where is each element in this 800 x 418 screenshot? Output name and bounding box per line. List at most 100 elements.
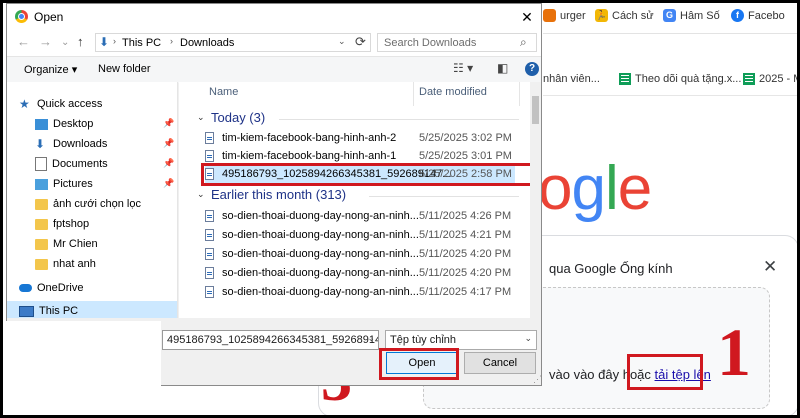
cancel-button[interactable]: Cancel xyxy=(464,352,536,374)
bookmark-facebook[interactable]: f Facebo xyxy=(731,9,785,22)
file-row[interactable]: so-dien-thoai-duong-day-nong-an-ninh... 5… xyxy=(205,265,515,283)
group-header-today[interactable]: Today (3) xyxy=(211,110,265,125)
address-bar[interactable]: ⬇ › This PC › Downloads ⌄ ⟳ xyxy=(95,33,371,52)
file-icon xyxy=(205,248,214,260)
preview-pane-icon[interactable]: ◧ xyxy=(497,61,508,75)
chrome-icon xyxy=(15,10,28,23)
download-icon: ⬇ xyxy=(35,136,46,151)
file-row[interactable]: so-dien-thoai-duong-day-nong-an-ninh... 5… xyxy=(205,227,515,245)
vertical-scrollbar[interactable] xyxy=(530,82,541,318)
search-icon: ⌕ xyxy=(520,35,527,49)
blank-area xyxy=(3,321,161,415)
pin-icon: 📌 xyxy=(163,138,175,148)
pin-icon: 📌 xyxy=(163,118,175,128)
bookmark-ham-so[interactable]: G Hâm Số xyxy=(663,9,720,22)
file-icon xyxy=(205,150,214,162)
highlight-upload-link xyxy=(627,354,703,390)
file-icon xyxy=(205,210,214,222)
refresh-icon[interactable]: ⟳ xyxy=(355,34,366,50)
bookmarks-bar: urger 🏃 Cách sử G Hâm Số f Facebo xyxy=(543,3,797,34)
highlight-selected-file xyxy=(201,163,537,186)
folder-icon xyxy=(35,258,48,270)
new-folder-button[interactable]: New folder xyxy=(98,63,151,75)
scrollbar-thumb[interactable] xyxy=(532,96,539,124)
file-row[interactable]: so-dien-thoai-duong-day-nong-an-ninh... 5… xyxy=(205,246,515,264)
group-divider xyxy=(279,119,519,120)
navigation-pane: ★ Quick access Desktop 📌 ⬇ Downloads 📌 Docum… xyxy=(7,82,178,321)
forward-icon[interactable]: → xyxy=(39,34,52,50)
documents-icon xyxy=(35,157,47,171)
chevron-down-icon: ⌄ xyxy=(524,333,532,343)
bookmark-cach-su[interactable]: 🏃 Cách sử xyxy=(595,9,654,22)
group-header-earlier[interactable]: Earlier this month (313) xyxy=(211,187,346,202)
screenshot-frame: urger 🏃 Cách sử G Hâm Số f Facebo nhân viên… xyxy=(3,3,797,415)
runner-icon: 🏃 xyxy=(595,9,608,22)
dialog-title: Open xyxy=(34,10,64,24)
file-icon xyxy=(205,132,214,144)
sidebar-item-onedrive[interactable]: OneDrive xyxy=(19,278,189,298)
column-header-name[interactable]: Name xyxy=(209,86,238,98)
chevron-right-icon[interactable]: › xyxy=(170,36,173,46)
chevron-down-icon[interactable]: ⌄ xyxy=(197,112,205,123)
help-icon[interactable]: ? xyxy=(525,62,539,76)
downloads-folder-icon: ⬇ xyxy=(99,35,110,49)
search-placeholder: Search Downloads xyxy=(384,37,477,49)
lens-title: qua Google Ống kính xyxy=(549,261,673,276)
pin-icon: 📌 xyxy=(163,158,175,168)
sheets-icon xyxy=(743,73,755,85)
view-options-icon[interactable]: ☷ ▾ xyxy=(453,61,473,75)
pin-icon: 📌 xyxy=(163,178,175,188)
dialog-titlebar: Open ✕ xyxy=(7,4,541,30)
google-icon: G xyxy=(663,9,676,22)
chevron-right-icon[interactable]: › xyxy=(113,36,116,46)
folder-icon xyxy=(35,198,48,210)
file-list: Name Date modified ⌄ Today (3) tim-kiem-… xyxy=(179,82,541,318)
organize-button[interactable]: Organize ▾ xyxy=(24,63,77,76)
close-icon[interactable]: ✕ xyxy=(763,257,777,277)
bookmark-theo-doi[interactable]: Theo dõi quà tặng.x... xyxy=(619,73,741,85)
file-name-input[interactable]: 495186793_1025894266345381_5926891474502… xyxy=(162,330,379,350)
bookmark-2025[interactable]: 2025 - M xyxy=(743,73,797,85)
recent-dropdown-icon[interactable]: ⌄ xyxy=(61,35,69,51)
bookmark-nhan-vien[interactable]: nhân viên... xyxy=(543,73,600,85)
sidebar-item-quick-access[interactable]: ★ Quick access xyxy=(19,94,189,114)
google-logo: ogle xyxy=(538,153,652,224)
chevron-down-icon[interactable]: ⌄ xyxy=(197,189,205,200)
computer-icon xyxy=(19,305,34,317)
close-button[interactable]: ✕ xyxy=(515,7,539,27)
column-divider[interactable] xyxy=(519,82,520,106)
bookmark-urger[interactable]: urger xyxy=(543,9,586,22)
resize-grip-icon[interactable]: ⋰ xyxy=(533,374,542,385)
star-icon: ★ xyxy=(19,96,30,111)
navigation-bar: ← → ⌄ ↑ ⬇ › This PC › Downloads ⌄ ⟳ Sear… xyxy=(7,30,541,56)
folder-icon xyxy=(35,218,48,230)
column-divider[interactable] xyxy=(413,82,414,106)
file-row[interactable]: tim-kiem-facebook-bang-hinh-anh-2 5/25/20… xyxy=(205,130,515,148)
desktop-icon xyxy=(35,118,48,130)
search-input[interactable]: Search Downloads ⌕ xyxy=(377,33,537,52)
bookmark-icon xyxy=(543,9,556,22)
file-row[interactable]: so-dien-thoai-duong-day-nong-an-ninh... 5… xyxy=(205,208,515,226)
breadcrumb-this-pc[interactable]: This PC xyxy=(122,37,161,49)
pictures-icon xyxy=(35,178,48,190)
up-folder-icon[interactable]: ↑ xyxy=(77,34,84,50)
group-divider xyxy=(369,196,519,197)
column-header-date[interactable]: Date modified xyxy=(419,86,487,98)
folder-icon xyxy=(35,238,48,250)
file-row[interactable]: so-dien-thoai-duong-day-nong-an-ninh... 5… xyxy=(205,284,515,302)
back-icon[interactable]: ← xyxy=(17,34,30,50)
google-logo-letter: l xyxy=(604,154,619,223)
breadcrumb-downloads[interactable]: Downloads xyxy=(180,37,234,49)
file-icon xyxy=(205,229,214,241)
highlight-open-button xyxy=(379,348,459,380)
command-bar: Organize ▾ New folder ☷ ▾ ◧ ? xyxy=(7,56,541,83)
chevron-down-icon[interactable]: ⌄ xyxy=(367,333,375,344)
chevron-down-icon[interactable]: ⌄ xyxy=(338,36,346,47)
facebook-icon: f xyxy=(731,9,744,22)
google-logo-letter: e xyxy=(617,154,652,223)
file-type-select[interactable]: Tệp tùy chỉnh ⌄ xyxy=(385,330,537,350)
google-logo-letter: g xyxy=(571,154,605,223)
bookmarks-bar-secondary: nhân viên... Theo dõi quà tặng.x... 2025… xyxy=(543,65,797,96)
step-1-label: 1 xyxy=(717,314,751,390)
file-icon xyxy=(205,267,214,279)
